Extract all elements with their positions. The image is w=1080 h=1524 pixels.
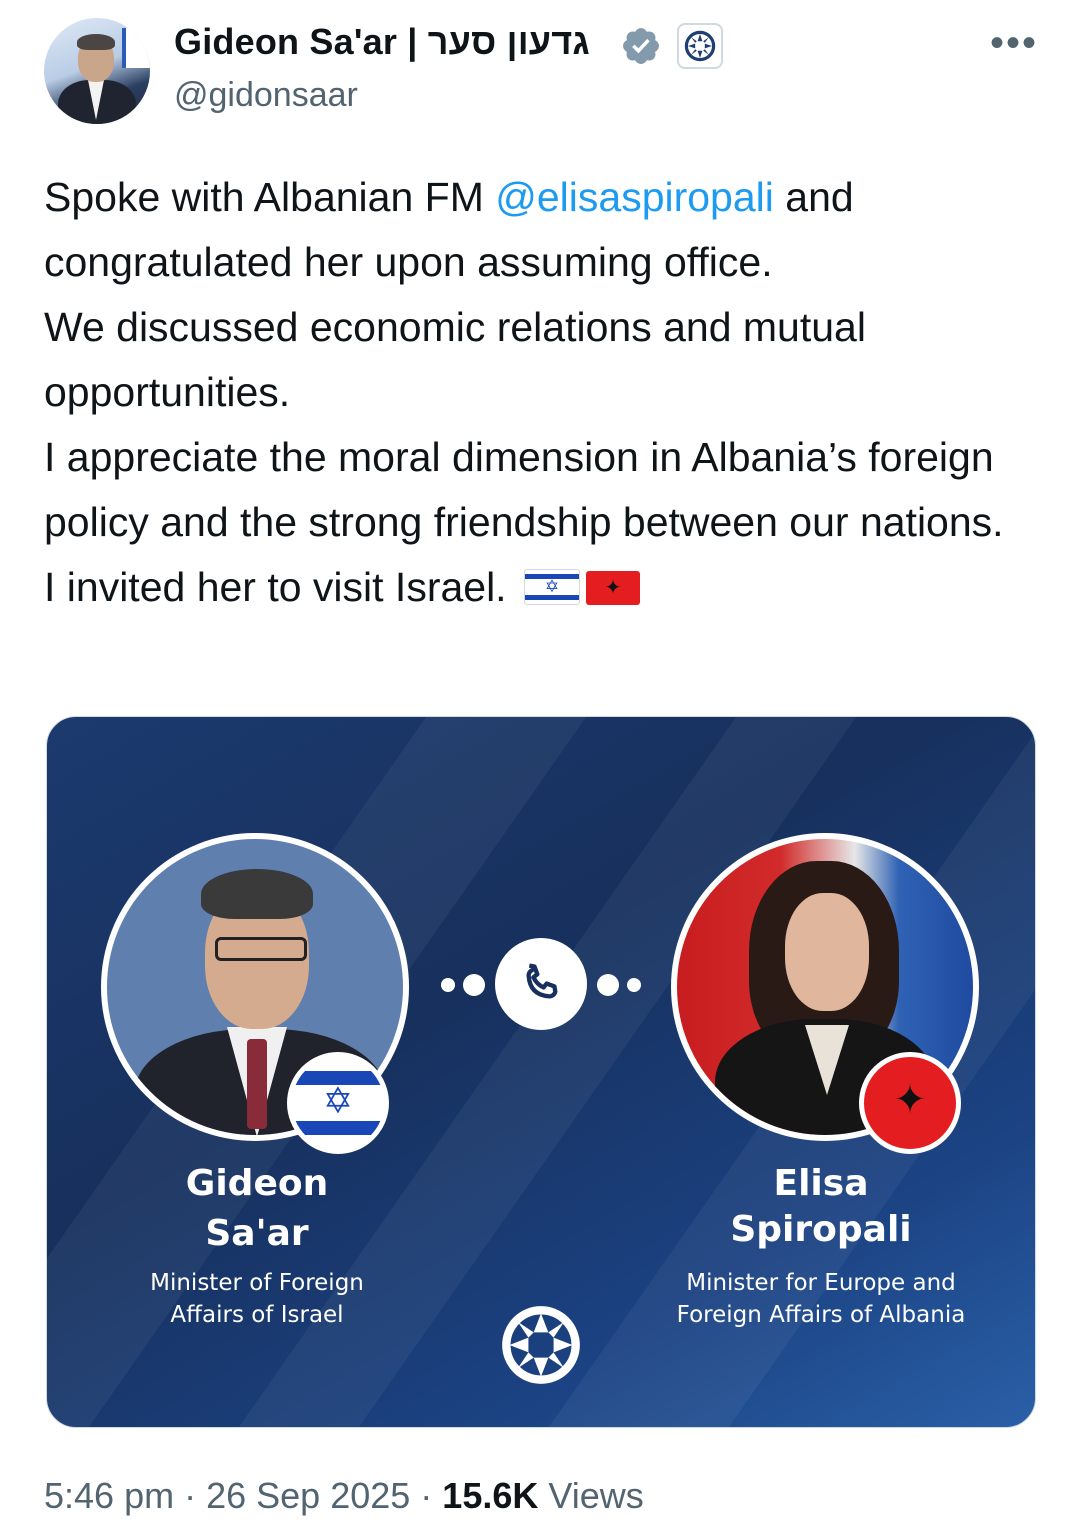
views-label: Views <box>548 1475 644 1516</box>
left-person-role-line1: Minister of Foreign <box>150 1270 364 1296</box>
portrait-face <box>785 893 869 1011</box>
portrait-tie <box>247 1039 267 1129</box>
tweet-text-segment: Spoke with Albanian FM <box>44 174 496 220</box>
views-count[interactable]: 15.6K <box>442 1475 538 1516</box>
separator-dot: · <box>420 1475 443 1516</box>
flag-stripe <box>292 1121 384 1135</box>
right-person-first-name: Elisa <box>773 1163 869 1204</box>
tweet-date[interactable]: 26 Sep 2025 <box>206 1475 410 1516</box>
tweet-metadata: 5:46 pm · 26 Sep 2025 · 15.6K Views <box>44 1474 644 1518</box>
israel-flag-badge: ✡ <box>287 1052 389 1154</box>
albania-flag-emoji: ✦ <box>585 571 640 605</box>
mention-link[interactable]: @elisaspiropali <box>495 174 774 220</box>
verified-badge-icon[interactable] <box>620 25 662 67</box>
right-person-role-line1: Minister for Europe and <box>686 1270 956 1296</box>
left-person-last-name: Sa'ar <box>205 1213 309 1254</box>
phone-glyph <box>526 963 558 999</box>
right-person-role-line2: Foreign Affairs of Albania <box>676 1302 966 1328</box>
israel-flag-emoji: ✡ <box>523 569 580 605</box>
call-connector <box>437 935 647 1035</box>
separator-dot: · <box>184 1475 207 1516</box>
more-options-icon[interactable]: ••• <box>990 23 1038 63</box>
avatar-flag-background <box>122 28 150 68</box>
tweet-text: Spoke with Albanian FM @elisaspiropali a… <box>44 165 1034 620</box>
mfa-logo-icon <box>684 30 716 62</box>
star-of-david-icon: ✡ <box>322 1080 354 1121</box>
tweet-time[interactable]: 5:46 pm <box>44 1475 174 1516</box>
tweet-paragraph-4: I invited her to visit Israel. ✡ ✦ <box>44 555 1034 620</box>
connector-dot <box>597 974 619 996</box>
author-handle[interactable]: @gidonsaar <box>174 74 358 116</box>
phone-icon <box>495 938 587 1030</box>
right-person-last-name: Spiropali <box>730 1209 912 1250</box>
left-person-first-name: Gideon <box>185 1163 329 1204</box>
connector-dot <box>627 978 641 992</box>
tweet-paragraph-3: I appreciate the moral dimension in Alba… <box>44 434 1004 545</box>
tweet-paragraph-1: Spoke with Albanian FM @elisaspiropali a… <box>44 165 1034 295</box>
connector-dot <box>463 974 485 996</box>
avatar-hair <box>77 34 115 50</box>
tweet-text-segment: I invited her to visit Israel. <box>44 564 507 610</box>
albanian-eagle-icon: ✦ <box>893 1078 927 1122</box>
mfa-logo-icon <box>502 1306 580 1384</box>
connector-dot <box>441 978 455 992</box>
author-avatar[interactable] <box>44 18 150 124</box>
left-person-role-line2: Affairs of Israel <box>170 1302 344 1328</box>
organization-badge[interactable] <box>677 23 723 69</box>
albania-flag-badge: ✦ <box>859 1052 961 1154</box>
portrait-glasses <box>215 937 307 961</box>
author-display-name[interactable]: Gideon Sa'ar | גדעון סער <box>174 20 590 64</box>
tweet-paragraph-2: We discussed economic relations and mutu… <box>44 304 866 415</box>
tweet-media-card[interactable]: ✡ ✦ Gideon Sa'ar Minister of Foreign Aff… <box>46 716 1036 1428</box>
portrait-hair <box>201 869 313 919</box>
